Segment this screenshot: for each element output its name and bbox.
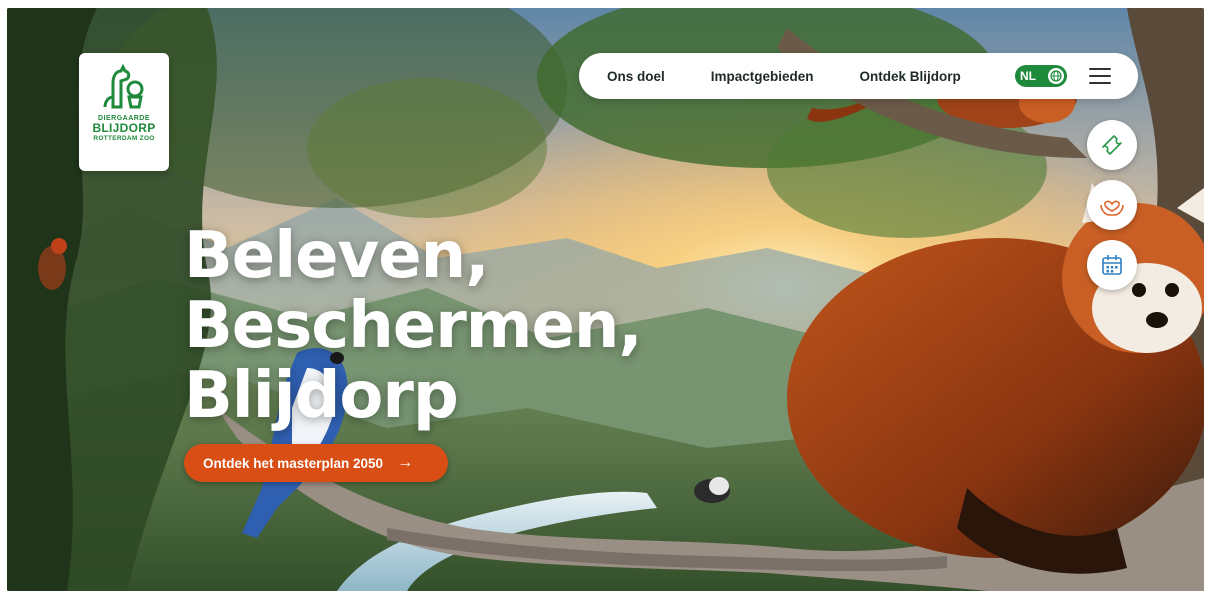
logo-text-rotterdam-zoo: ROTTERDAM ZOO: [93, 135, 155, 142]
arrow-right-icon: →: [397, 454, 414, 471]
hero-section: DIERGAARDE BLIJDORP ROTTERDAM ZOO Ons do…: [7, 8, 1204, 591]
tickets-button[interactable]: [1087, 120, 1137, 170]
globe-icon: [1048, 68, 1064, 84]
nav-link-impactgebieden[interactable]: Impactgebieden: [711, 69, 814, 84]
heart-hands-icon: [1100, 200, 1124, 216]
cta-label: Ontdek het masterplan 2050: [203, 455, 384, 471]
nav-link-ons-doel[interactable]: Ons doel: [607, 69, 665, 84]
giraffe-animals-logo-icon: [103, 63, 144, 109]
headline-line-3: Blijdorp: [184, 359, 459, 433]
logo-text-blijdorp: BLIJDORP: [92, 121, 156, 135]
headline-line-2: Beschermen,: [184, 289, 643, 363]
support-button[interactable]: [1087, 180, 1137, 230]
ticket-icon: [1102, 135, 1122, 155]
nav-link-ontdek-blijdorp[interactable]: Ontdek Blijdorp: [860, 69, 961, 84]
masterplan-cta-button[interactable]: Ontdek het masterplan 2050 →: [184, 444, 448, 482]
blijdorp-logo[interactable]: DIERGAARDE BLIJDORP ROTTERDAM ZOO: [79, 53, 169, 171]
main-navigation: Ons doel Impactgebieden Ontdek Blijdorp …: [579, 53, 1138, 99]
calendar-button[interactable]: [1087, 240, 1137, 290]
headline-line-1: Beleven,: [184, 219, 490, 293]
language-switcher[interactable]: NL: [1015, 65, 1067, 87]
hamburger-menu-icon[interactable]: [1089, 65, 1111, 87]
hero-headline: Beleven, Beschermen, Blijdorp: [184, 219, 643, 433]
language-label: NL: [1020, 69, 1036, 83]
calendar-icon: [1102, 255, 1122, 275]
